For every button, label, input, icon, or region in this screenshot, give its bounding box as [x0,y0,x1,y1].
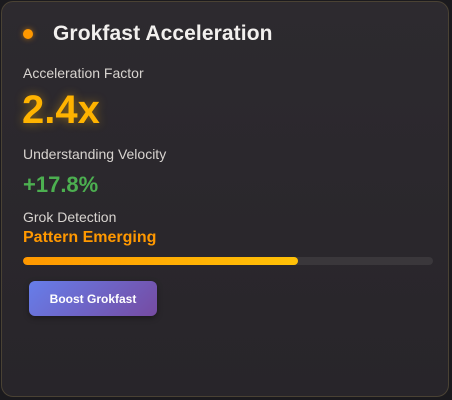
understanding-velocity-label: Understanding Velocity [23,146,167,162]
boost-grokfast-button[interactable]: Boost Grokfast [29,281,157,316]
grokfast-card: Grokfast Acceleration Acceleration Facto… [1,1,449,397]
grok-detection-label: Grok Detection [23,209,117,225]
grok-detection-status: Pattern Emerging [23,229,157,246]
acceleration-factor-label: Acceleration Factor [23,65,144,81]
card-header: Grokfast Acceleration [23,22,273,46]
status-dot-icon [23,29,33,39]
grok-progress-bar [23,257,433,265]
grok-progress-fill [23,257,298,265]
card-title: Grokfast Acceleration [53,22,273,45]
acceleration-factor-value: 2.4x [22,88,100,132]
understanding-velocity-value: +17.8% [23,172,99,197]
